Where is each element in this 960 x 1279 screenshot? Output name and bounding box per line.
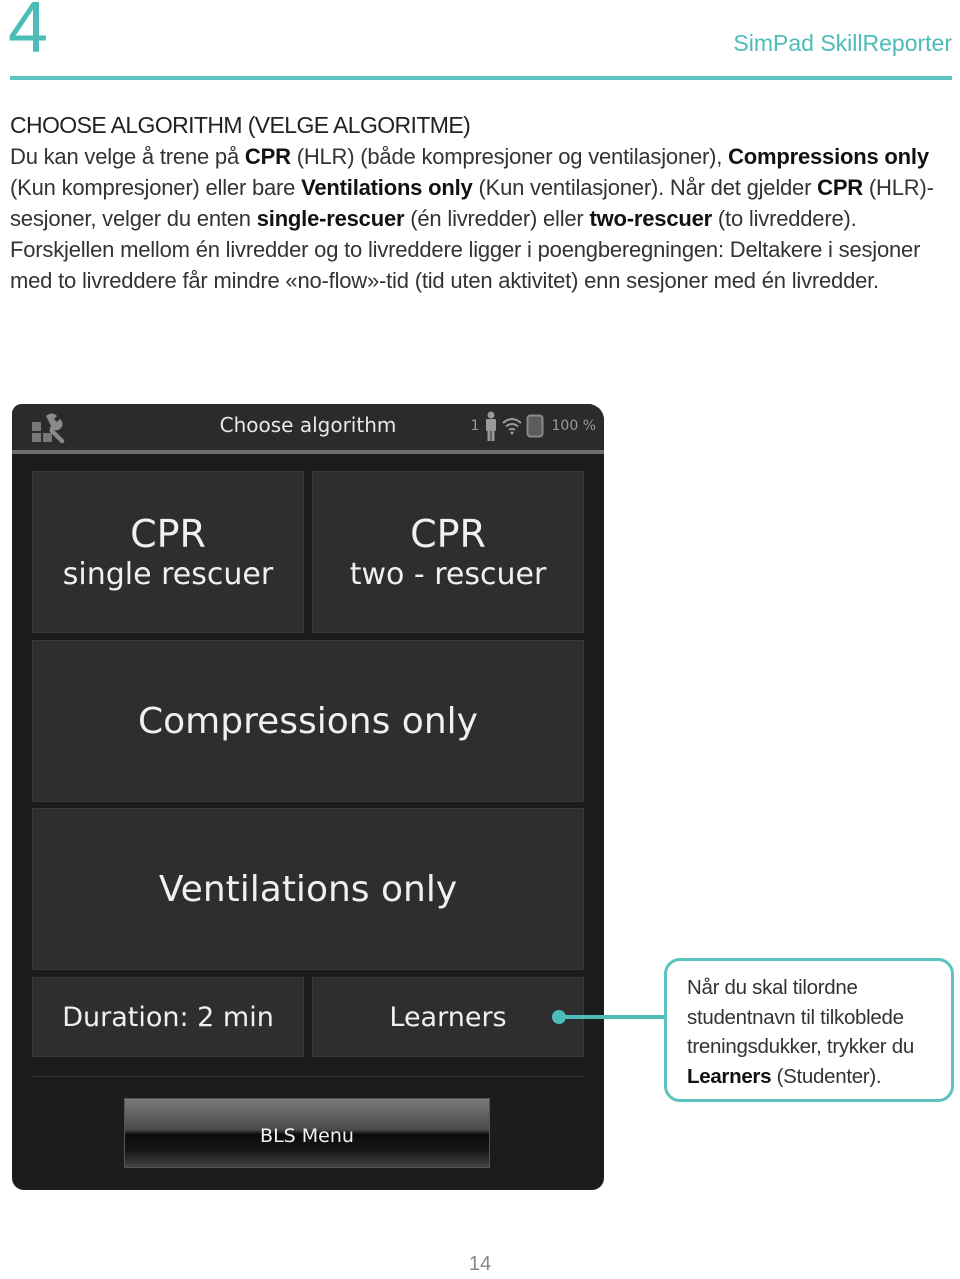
- callout-bold-term: Learners: [687, 1064, 772, 1088]
- callout-text: Når du skal tilordne studentnavn til til…: [687, 976, 914, 1058]
- chapter-number: 4: [8, 0, 49, 68]
- body-text: (én livredder) eller: [404, 206, 590, 231]
- section: CHOOSE ALGORITHM (VELGE ALGORITME) Du ka…: [10, 110, 950, 296]
- learners-button[interactable]: Learners: [312, 977, 584, 1057]
- cpr-single-rescuer-button[interactable]: CPR single rescuer: [32, 471, 304, 633]
- divider: [32, 1076, 584, 1077]
- body-text: (HLR) (både kompresjoner og ventilasjone…: [290, 144, 729, 169]
- tile-title: CPR: [410, 512, 486, 556]
- section-body: Du kan velge å trene på CPR (HLR) (både …: [10, 141, 950, 296]
- cpr-two-rescuer-button[interactable]: CPR two - rescuer: [312, 471, 584, 633]
- tile-label: Compressions only: [138, 700, 478, 742]
- compressions-only-button[interactable]: Compressions only: [32, 640, 584, 802]
- device-header: Choose algorithm 1 100 %: [12, 404, 604, 454]
- callout-pointer-line: [562, 1015, 666, 1019]
- bold-term: single-rescuer: [256, 206, 405, 231]
- tile-title: CPR: [130, 512, 206, 556]
- status-bar: 1 100 %: [471, 411, 596, 441]
- callout-box: Når du skal tilordne studentnavn til til…: [664, 958, 954, 1102]
- section-heading: CHOOSE ALGORITHM (VELGE ALGORITME): [10, 112, 471, 138]
- tile-subtitle: two - rescuer: [349, 557, 547, 592]
- bls-menu-button[interactable]: BLS Menu: [124, 1098, 490, 1168]
- tile-label: Ventilations only: [158, 868, 458, 910]
- wifi-icon: [501, 418, 522, 435]
- body-text: (Kun ventilasjoner). Når det gjelder: [472, 175, 818, 200]
- ventilations-only-button[interactable]: Ventilations only: [32, 808, 584, 970]
- bold-term: Ventilations only: [301, 175, 473, 200]
- bold-term: CPR: [244, 144, 291, 169]
- duration-button[interactable]: Duration: 2 min: [32, 977, 304, 1057]
- tile-label: Learners: [389, 1001, 507, 1033]
- battery-level: 100 %: [551, 418, 596, 434]
- bold-term: Compressions only: [728, 144, 929, 169]
- callout-text-end: (Studenter).: [771, 1064, 882, 1088]
- bold-term: two-rescuer: [589, 206, 712, 231]
- product-name: SimPad SkillReporter: [733, 30, 952, 56]
- tile-subtitle: single rescuer: [62, 557, 274, 592]
- header-divider: [10, 76, 952, 80]
- page-number: 14: [468, 1253, 492, 1275]
- body-text: (Kun kompresjoner) eller bare: [10, 175, 302, 200]
- device-screen: Choose algorithm 1 100 % CPR single resc: [12, 404, 604, 1190]
- tile-label: Duration: 2 min: [62, 1001, 274, 1033]
- body-text: Du kan velge å trene på: [10, 144, 245, 169]
- battery-icon: [526, 414, 544, 438]
- bold-term: CPR: [817, 175, 863, 200]
- person-icon: [485, 411, 496, 441]
- learner-count: 1: [470, 418, 480, 434]
